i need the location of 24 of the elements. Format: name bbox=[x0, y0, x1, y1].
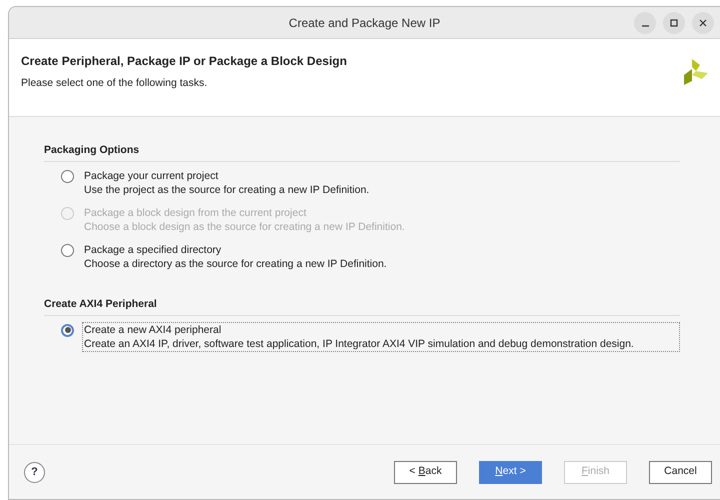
radio-button[interactable] bbox=[61, 170, 74, 183]
minimize-icon bbox=[642, 25, 648, 27]
radio-button[interactable] bbox=[61, 324, 74, 336]
option-label[interactable]: Package your current project bbox=[84, 168, 678, 183]
radio-button[interactable] bbox=[61, 244, 74, 257]
close-icon bbox=[698, 18, 708, 28]
next-button[interactable]: Next > bbox=[479, 460, 542, 484]
page-title: Create Peripheral, Package IP or Package a Block Design bbox=[21, 53, 347, 70]
option-description: Choose a directory as the source for creating a new IP Definition. bbox=[84, 256, 388, 271]
option-label[interactable]: Create a new AXI4 peripheral bbox=[84, 322, 678, 336]
page-subtitle: Please select one of the following tasks. bbox=[21, 76, 208, 91]
help-button[interactable]: ? bbox=[24, 462, 45, 482]
group-title: Create AXI4 Peripheral bbox=[44, 296, 680, 316]
dialog-button[interactable]: Cancel bbox=[649, 460, 712, 484]
maximize-icon bbox=[669, 18, 679, 28]
window-title: Create and Package New IP bbox=[288, 14, 440, 32]
option-description: Create an AXI4 IP, driver, software test application, IP Integrator AXI4 VIP simulation and debug demonstration design. bbox=[84, 336, 635, 350]
dialog-button[interactable]: < Back bbox=[394, 460, 457, 484]
option-label[interactable]: Package a specified directory bbox=[84, 242, 678, 257]
close-button[interactable] bbox=[692, 12, 714, 34]
option-description: Choose a block design as the source for creating a new IP Definition. bbox=[84, 220, 406, 234]
group-title: Packaging Options bbox=[44, 143, 680, 162]
option-description: Use the project as the source for creating a new IP Definition. bbox=[84, 182, 370, 197]
maximize-button[interactable] bbox=[663, 12, 685, 34]
